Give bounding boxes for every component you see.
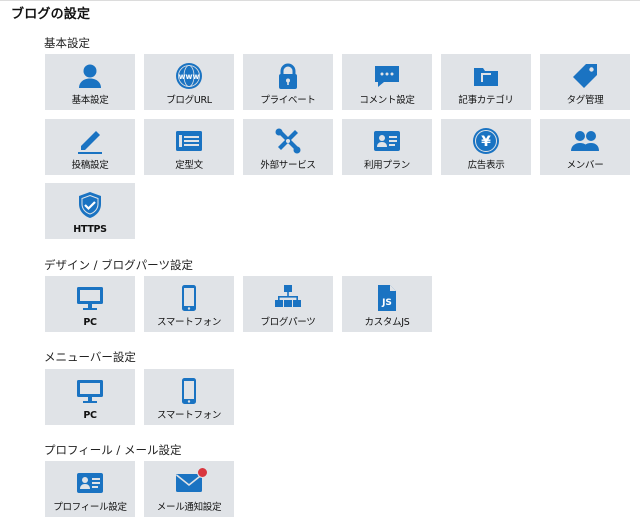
tile-post-settings[interactable]: 投稿設定: [45, 119, 135, 175]
members-icon: [540, 126, 630, 156]
svg-text:JS: JS: [381, 298, 392, 308]
tile-blog-parts[interactable]: ブログパーツ: [243, 276, 333, 332]
notification-badge: [197, 467, 208, 478]
section-title-design: デザイン / ブログパーツ設定: [44, 258, 193, 272]
monitor-icon: [45, 376, 135, 406]
tile-external-services[interactable]: 外部サービス: [243, 119, 333, 175]
tile-label: PC: [83, 317, 97, 328]
tile-label: 投稿設定: [71, 160, 109, 171]
tile-label: 記事カテゴリ: [458, 95, 514, 106]
tile-label: コメント設定: [359, 95, 415, 106]
smartphone-icon: [144, 376, 234, 406]
tile-label: メンバー: [566, 160, 604, 171]
tile-label: タグ管理: [566, 95, 604, 106]
user-icon: [45, 61, 135, 91]
section-title-menubar: メニューバー設定: [44, 350, 136, 364]
tile-label: プロフィール設定: [53, 502, 127, 513]
tile-label: スマートフォン: [156, 410, 222, 421]
tile-tag-management[interactable]: タグ管理: [540, 54, 630, 110]
tile-design-pc[interactable]: PC: [45, 276, 135, 332]
page-title: ブログの設定: [11, 7, 91, 22]
tile-label: ブログパーツ: [260, 317, 316, 328]
smartphone-icon: [144, 283, 234, 313]
tile-usage-plan[interactable]: 利用プラン: [342, 119, 432, 175]
mail-icon: [144, 468, 234, 498]
comment-icon: [342, 61, 432, 91]
parts-icon: [243, 283, 333, 313]
section-title-basic: 基本設定: [44, 36, 90, 50]
tile-custom-js[interactable]: JS カスタムJS: [342, 276, 432, 332]
www-globe-icon: www: [144, 61, 234, 91]
tag-icon: [540, 61, 630, 91]
tile-label: 定型文: [175, 160, 203, 171]
tile-basic-settings[interactable]: 基本設定: [45, 54, 135, 110]
pencil-icon: [45, 126, 135, 156]
tile-members[interactable]: メンバー: [540, 119, 630, 175]
tile-label: HTTPS: [73, 224, 107, 235]
monitor-icon: [45, 283, 135, 313]
tile-profile-settings[interactable]: プロフィール設定: [45, 461, 135, 517]
tile-https[interactable]: HTTPS: [45, 183, 135, 239]
tile-label: ブログURL: [166, 95, 212, 106]
tile-label: 外部サービス: [260, 160, 316, 171]
tile-label: スマートフォン: [156, 317, 222, 328]
tile-comment-settings[interactable]: コメント設定: [342, 54, 432, 110]
tile-label: 基本設定: [71, 95, 109, 106]
section-title-profile: プロフィール / メール設定: [44, 443, 182, 457]
shield-icon: [45, 190, 135, 220]
tools-icon: [243, 126, 333, 156]
tile-private[interactable]: プライベート: [243, 54, 333, 110]
folder-icon: [441, 61, 531, 91]
tile-blog-url[interactable]: www ブログURL: [144, 54, 234, 110]
tile-mail-notification[interactable]: メール通知設定: [144, 461, 234, 517]
js-file-icon: JS: [342, 283, 432, 313]
tile-article-category[interactable]: 記事カテゴリ: [441, 54, 531, 110]
template-icon: [144, 126, 234, 156]
id-card-icon: [342, 126, 432, 156]
tile-label: メール通知設定: [156, 502, 222, 513]
tile-label: 広告表示: [467, 160, 505, 171]
tile-template[interactable]: 定型文: [144, 119, 234, 175]
svg-text:www: www: [179, 72, 200, 81]
tile-label: PC: [83, 410, 97, 421]
tile-label: カスタムJS: [364, 317, 410, 328]
tile-label: 利用プラン: [363, 160, 410, 171]
yen-icon: ¥: [441, 126, 531, 156]
tile-menubar-pc[interactable]: PC: [45, 369, 135, 425]
top-divider: [0, 0, 640, 1]
svg-text:¥: ¥: [481, 134, 491, 150]
tile-label: プライベート: [260, 95, 316, 106]
tile-ad-display[interactable]: ¥ 広告表示: [441, 119, 531, 175]
lock-icon: [243, 61, 333, 91]
profile-card-icon: [45, 468, 135, 498]
tile-design-smartphone[interactable]: スマートフォン: [144, 276, 234, 332]
tile-menubar-smartphone[interactable]: スマートフォン: [144, 369, 234, 425]
